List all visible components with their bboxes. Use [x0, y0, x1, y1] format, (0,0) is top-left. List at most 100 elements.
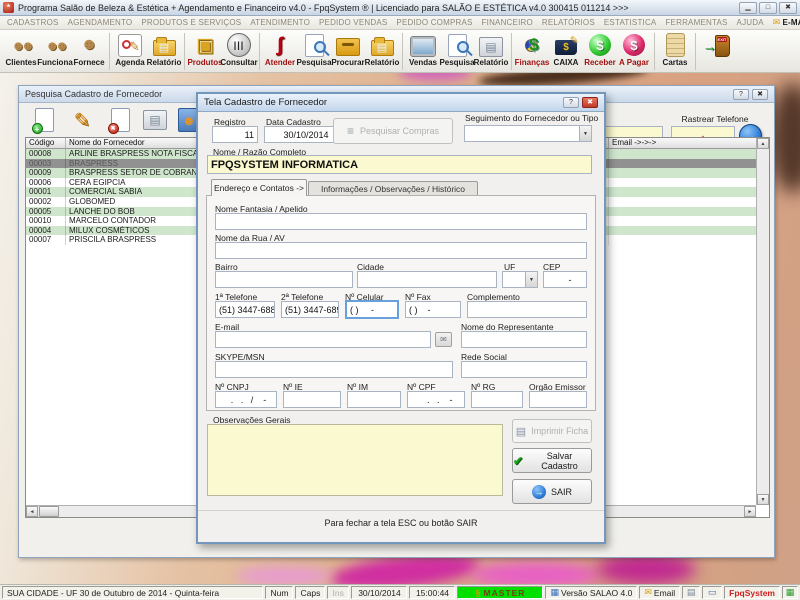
registro-input[interactable]: 11 [212, 126, 258, 143]
representante-input[interactable] [461, 331, 587, 348]
seguimento-select[interactable]: ▼ [464, 125, 592, 142]
edit-record-button[interactable]: ✎ [67, 105, 97, 135]
toolbar-fornecedores[interactable]: ☻Fornece [72, 32, 106, 67]
close-icon[interactable]: ✖ [752, 89, 768, 100]
menu-atendimento[interactable]: ATENDIMENTO [250, 18, 310, 27]
status-printer[interactable]: ▤ [682, 586, 700, 599]
complemento-input[interactable] [467, 301, 587, 318]
toolbar-pesquisa-vendas[interactable]: Pesquisa [440, 32, 474, 67]
column-email[interactable]: Email ->->-> [609, 138, 756, 148]
status-grid[interactable]: ▦ [782, 586, 798, 599]
telefone2-input[interactable]: (51) 3447-6895 [281, 301, 339, 318]
cidade-input[interactable] [357, 271, 497, 288]
observacoes-textarea[interactable] [207, 424, 503, 496]
toolbar-atender[interactable]: ∫Atender [263, 32, 297, 67]
menu-email[interactable]: ✉ E-MAIL [773, 17, 800, 28]
scroll-up-icon[interactable]: ▲ [757, 138, 769, 149]
scroll-down-icon[interactable]: ▼ [757, 494, 769, 505]
calendar-icon: ✎ [118, 34, 142, 57]
menu-pedido-vendas[interactable]: PEDIDO VENDAS [319, 18, 387, 27]
toolbar-pesquisa-atendimento[interactable]: Pesquisa [297, 32, 331, 67]
toolbar-vendas[interactable]: Vendas [406, 32, 440, 67]
tab-informacoes-historico[interactable]: Informações / Observações / Histórico [308, 181, 478, 196]
scroll-icon [666, 33, 685, 57]
toolbar-funcionarios[interactable]: ☻☻Funciona [38, 32, 72, 67]
toolbar-atendimento-relatorio[interactable]: ▤Relatório [365, 32, 399, 67]
restore-icon[interactable]: □ [759, 2, 777, 14]
menu-cadastros[interactable]: CADASTROS [7, 18, 59, 27]
toolbar-sair[interactable]: →EXIT [699, 32, 733, 59]
tab-endereco-contatos[interactable]: Endereço e Contatos -> [211, 179, 307, 196]
sair-button[interactable]: → SAIR [512, 479, 592, 504]
exit-door-icon: →EXIT [703, 33, 730, 59]
toolbar-separator [695, 33, 696, 70]
rg-input[interactable] [471, 391, 523, 408]
email-input[interactable] [215, 331, 431, 348]
scrollbar-thumb[interactable] [39, 506, 59, 517]
im-input[interactable] [347, 391, 401, 408]
nome-razao-input[interactable]: FPQSYSTEM INFORMATICA [207, 155, 592, 174]
celular-input[interactable]: ( ) - [345, 300, 399, 319]
column-codigo[interactable]: Código [26, 138, 66, 148]
toolbar-receber[interactable]: $Receber [583, 32, 617, 67]
new-record-button[interactable]: + [29, 105, 59, 135]
toolbar-clientes[interactable]: ☻☻Clientes [4, 32, 38, 67]
pesquisar-compras-button[interactable]: ≡ Pesquisar Compras [333, 118, 453, 144]
barcode-icon: ||| [227, 33, 251, 57]
status-monitor[interactable]: ▭ [702, 586, 722, 599]
help-icon[interactable]: ? [733, 89, 749, 100]
chevron-down-icon: ▼ [525, 272, 537, 287]
scroll-left-icon[interactable]: ◄ [26, 506, 38, 517]
cnpj-input[interactable]: . . / - [215, 391, 277, 408]
scroll-right-icon[interactable]: ► [744, 506, 756, 517]
bairro-input[interactable] [215, 271, 353, 288]
skype-input[interactable] [215, 361, 453, 378]
menu-agendamento[interactable]: AGENDAMENTO [68, 18, 133, 27]
print-list-button[interactable]: ▤ [140, 105, 170, 135]
send-email-button[interactable]: ✉ [435, 332, 452, 347]
rua-input[interactable] [215, 242, 587, 259]
cep-input[interactable]: - [543, 271, 587, 288]
toolbar-caixa[interactable]: $✎CAIXA [549, 32, 583, 67]
toolbar-produtos[interactable]: ▣Produtos [188, 32, 222, 67]
imprimir-ficha-button[interactable]: ▤ Imprimir Ficha [512, 419, 592, 443]
status-ins: Ins [327, 586, 349, 599]
delete-record-button[interactable]: ✖ [105, 105, 135, 135]
minimize-icon[interactable]: ▁ [739, 2, 757, 14]
close-icon[interactable]: ✖ [779, 2, 797, 14]
menu-produtos[interactable]: PRODUTOS E SERVIÇOS [141, 18, 241, 27]
menu-ferramentas[interactable]: FERRAMENTAS [665, 18, 727, 27]
fax-input[interactable]: ( ) - [405, 301, 461, 318]
help-icon[interactable]: ? [563, 97, 579, 108]
toolbar-consultar[interactable]: |||Consultar [222, 32, 256, 67]
status-email[interactable]: ✉ Email [639, 586, 680, 599]
telefone1-input[interactable]: (51) 3447-6881 [215, 301, 275, 318]
nome-fantasia-input[interactable] [215, 213, 587, 230]
vertical-scrollbar[interactable]: ▲ ▼ [756, 138, 769, 505]
menu-relatorios[interactable]: RELATÓRIOS [542, 18, 595, 27]
toolbar-financas[interactable]: $Finanças [515, 32, 549, 67]
drawer-icon [336, 38, 360, 56]
pesquisa-title: Pesquisa Cadastro de Fornecedor [25, 89, 162, 99]
toolbar-a-pagar[interactable]: $A Pagar [617, 32, 651, 67]
menu-ajuda[interactable]: AJUDA [737, 18, 764, 27]
toolbar-agenda[interactable]: ✎Agenda [113, 32, 147, 67]
app-window: * Programa Salão de Beleza & Estética + … [0, 0, 800, 600]
ie-input[interactable] [283, 391, 341, 408]
folder-icon: ▤ [153, 40, 176, 56]
toolbar-procurar[interactable]: Procurar [331, 32, 365, 67]
uf-select[interactable]: ▼ [502, 271, 538, 288]
orgao-emissor-input[interactable] [529, 391, 587, 408]
cpf-input[interactable]: . . - [407, 391, 465, 408]
toolbar-vendas-relatorio[interactable]: ▤Relatório [474, 32, 508, 67]
menu-estatistica[interactable]: ESTATISTICA [604, 18, 657, 27]
toolbar-agenda-relatorio[interactable]: ▤Relatório [147, 32, 181, 67]
close-icon[interactable]: ✖ [582, 97, 598, 108]
menu-financeiro[interactable]: FINANCEIRO [482, 18, 533, 27]
salvar-cadastro-button[interactable]: ✔ Salvar Cadastro [512, 448, 592, 473]
arrow-right-icon: → [532, 485, 546, 499]
menu-pedido-compras[interactable]: PEDIDO COMPRAS [396, 18, 472, 27]
rede-social-input[interactable] [461, 361, 587, 378]
search-doc-icon [305, 34, 324, 57]
toolbar-cartas[interactable]: Cartas [658, 32, 692, 67]
